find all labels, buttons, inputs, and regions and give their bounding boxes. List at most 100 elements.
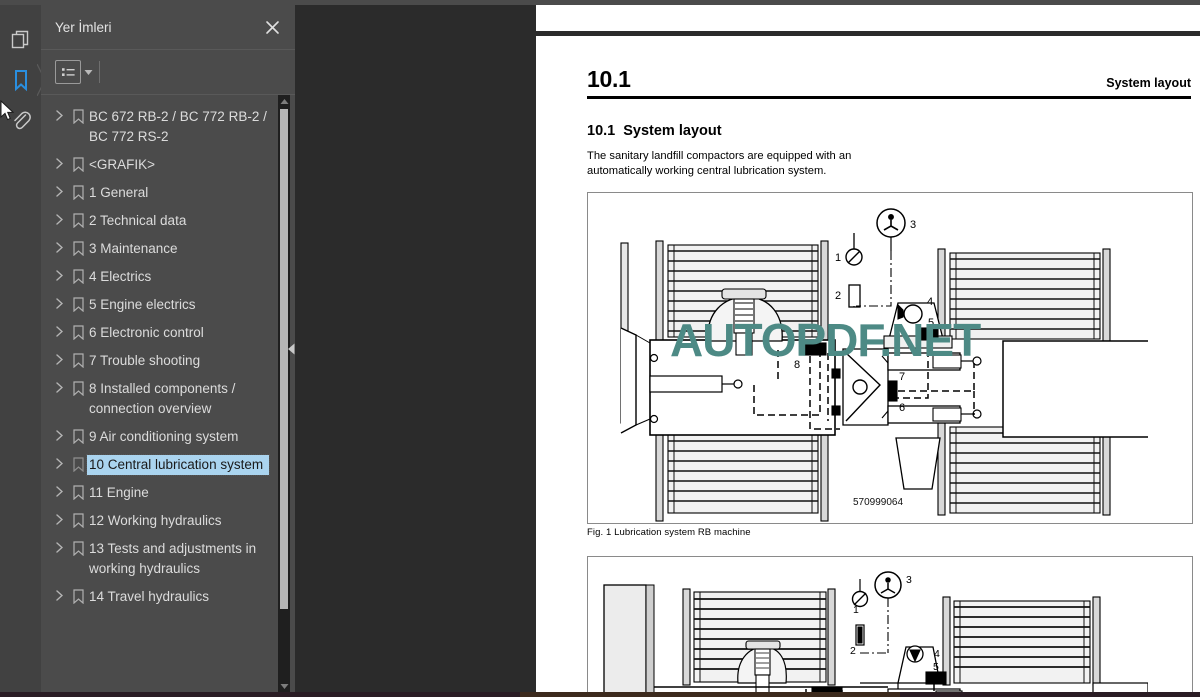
- chevron-right-icon[interactable]: [51, 107, 67, 121]
- attachments-icon[interactable]: [4, 100, 38, 140]
- bookmark-item[interactable]: 8 Installed components / connection over…: [41, 375, 275, 423]
- svg-text:7: 7: [899, 371, 905, 383]
- bookmark-item[interactable]: 1 General: [41, 179, 275, 207]
- panel-collapse-handle[interactable]: [286, 321, 296, 377]
- bookmarks-panel-header: Yer İmleri: [41, 5, 295, 50]
- figure-1-drawing: 570999064 1 2 3 4 5 6 7 8: [587, 192, 1193, 524]
- bookmark-label: 13 Tests and adjustments in working hydr…: [89, 541, 257, 576]
- page-running-title: System layout: [1106, 76, 1191, 90]
- chevron-right-icon[interactable]: [51, 511, 67, 525]
- bottom-strip-highlight: [520, 692, 900, 697]
- bookmark-item[interactable]: 14 Travel hydraulics: [41, 583, 275, 611]
- toolbar-divider: [99, 61, 100, 83]
- bookmark-label: 10 Central lubrication system: [86, 454, 270, 476]
- chevron-right-icon[interactable]: [51, 455, 67, 469]
- chevron-right-icon[interactable]: [51, 211, 67, 225]
- svg-text:4: 4: [927, 296, 933, 308]
- bookmark-item[interactable]: 9 Air conditioning system: [41, 423, 275, 451]
- chevron-right-icon[interactable]: [51, 427, 67, 441]
- section-paragraph: The sanitary landfill compactors are equ…: [587, 150, 852, 177]
- close-icon[interactable]: [261, 16, 283, 38]
- window-bottom-strip: [0, 692, 1200, 697]
- bookmark-label: 9 Air conditioning system: [89, 429, 239, 444]
- bookmark-item[interactable]: <GRAFIK>: [41, 151, 275, 179]
- bookmark-icon: [67, 427, 89, 444]
- chevron-right-icon[interactable]: [51, 295, 67, 309]
- svg-text:1: 1: [835, 252, 841, 264]
- page-thumbnails-icon[interactable]: [4, 20, 38, 60]
- bookmarks-scrollbar[interactable]: [275, 95, 295, 692]
- bookmark-icon: [67, 107, 89, 124]
- bookmark-icon: [67, 511, 89, 528]
- chevron-right-icon[interactable]: [51, 539, 67, 553]
- bookmark-item[interactable]: 3 Maintenance: [41, 235, 275, 263]
- chevron-right-icon[interactable]: [51, 239, 67, 253]
- pdf-viewer-window: Yer İmleri BC 672 RB-2 / BC 772 RB-2 / B…: [0, 0, 1200, 697]
- bookmark-item[interactable]: 11 Engine: [41, 479, 275, 507]
- bookmark-label: 7 Trouble shooting: [89, 353, 201, 368]
- page-running-head: 10.1 System layout: [587, 36, 1200, 93]
- bookmarks-list-container: BC 672 RB-2 / BC 772 RB-2 / BC 772 RS-2 <…: [41, 95, 295, 692]
- svg-text:3: 3: [906, 574, 912, 586]
- bookmark-label: 4 Electrics: [89, 269, 152, 284]
- figure-2-svg: 1 2 3 4 5 7 8: [603, 571, 1149, 692]
- chevron-right-icon[interactable]: [51, 183, 67, 197]
- bookmark-icon: [67, 483, 89, 500]
- figure-1-svg: 570999064 1 2 3 4 5 6 7 8: [620, 208, 1151, 522]
- bookmark-icon: [67, 323, 89, 340]
- bookmark-item[interactable]: 12 Working hydraulics: [41, 507, 275, 535]
- bookmark-icon: [67, 351, 89, 368]
- page-head-rule: [587, 96, 1191, 99]
- bookmark-item[interactable]: 5 Engine electrics: [41, 291, 275, 319]
- document-viewer[interactable]: 10.1 System layout 10.1 System layout The…: [295, 5, 1200, 692]
- chevron-down-icon[interactable]: [81, 62, 95, 82]
- svg-text:2: 2: [835, 290, 841, 302]
- chevron-right-icon[interactable]: [51, 483, 67, 497]
- bookmark-item[interactable]: 4 Electrics: [41, 263, 275, 291]
- section-heading: 10.1 System layout: [587, 123, 1200, 139]
- bookmarks-icon[interactable]: [4, 60, 46, 100]
- chevron-right-icon[interactable]: [51, 587, 67, 601]
- figure-1-caption: Fig. 1 Lubrication system RB machine: [587, 527, 751, 538]
- pdf-page: 10.1 System layout 10.1 System layout The…: [536, 36, 1200, 692]
- section-number: 10.1: [587, 123, 616, 139]
- bookmarks-panel-title: Yer İmleri: [55, 19, 112, 35]
- chevron-right-icon[interactable]: [51, 155, 67, 169]
- bookmark-icon: [67, 183, 89, 200]
- pdf-page-content: 10.1 System layout 10.1 System layout The…: [587, 36, 1200, 692]
- bookmark-label: 3 Maintenance: [89, 241, 178, 256]
- bookmark-label: 11 Engine: [89, 485, 149, 500]
- bookmark-item[interactable]: BC 672 RB-2 / BC 772 RB-2 / BC 772 RS-2: [41, 103, 275, 151]
- scroll-down-arrow-icon[interactable]: [278, 680, 290, 692]
- svg-text:570999064: 570999064: [853, 497, 903, 508]
- bookmark-item[interactable]: 6 Electronic control: [41, 319, 275, 347]
- bookmarks-list: BC 672 RB-2 / BC 772 RB-2 / BC 772 RS-2 <…: [41, 95, 275, 692]
- chevron-right-icon[interactable]: [51, 267, 67, 281]
- svg-text:5: 5: [933, 661, 939, 673]
- bookmark-label: 1 General: [89, 185, 149, 200]
- bookmark-icon: [67, 267, 89, 284]
- bookmark-label: <GRAFIK>: [89, 157, 156, 172]
- chevron-right-icon[interactable]: [51, 323, 67, 337]
- chevron-right-icon[interactable]: [51, 379, 67, 393]
- bookmark-icon: [67, 211, 89, 228]
- bookmark-label: 14 Travel hydraulics: [89, 589, 210, 604]
- svg-text:4: 4: [934, 648, 940, 660]
- bookmark-label: 2 Technical data: [89, 213, 187, 228]
- chevron-right-icon[interactable]: [51, 351, 67, 365]
- list-options-icon[interactable]: [55, 60, 81, 84]
- bookmark-icon: [67, 155, 89, 172]
- bookmark-icon: [67, 239, 89, 256]
- bookmark-item[interactable]: 7 Trouble shooting: [41, 347, 275, 375]
- figure-2-drawing: 1 2 3 4 5 7 8: [587, 556, 1193, 692]
- svg-text:3: 3: [910, 219, 916, 231]
- bookmark-item[interactable]: 13 Tests and adjustments in working hydr…: [41, 535, 275, 583]
- scroll-up-arrow-icon[interactable]: [278, 95, 290, 107]
- svg-text:6: 6: [899, 402, 905, 414]
- bookmark-item[interactable]: 10 Central lubrication system: [41, 451, 275, 479]
- bookmark-item[interactable]: 2 Technical data: [41, 207, 275, 235]
- bookmark-label: 6 Electronic control: [89, 325, 204, 340]
- bookmark-label: 5 Engine electrics: [89, 297, 196, 312]
- side-icon-rail: [0, 5, 46, 692]
- svg-text:5: 5: [928, 317, 934, 329]
